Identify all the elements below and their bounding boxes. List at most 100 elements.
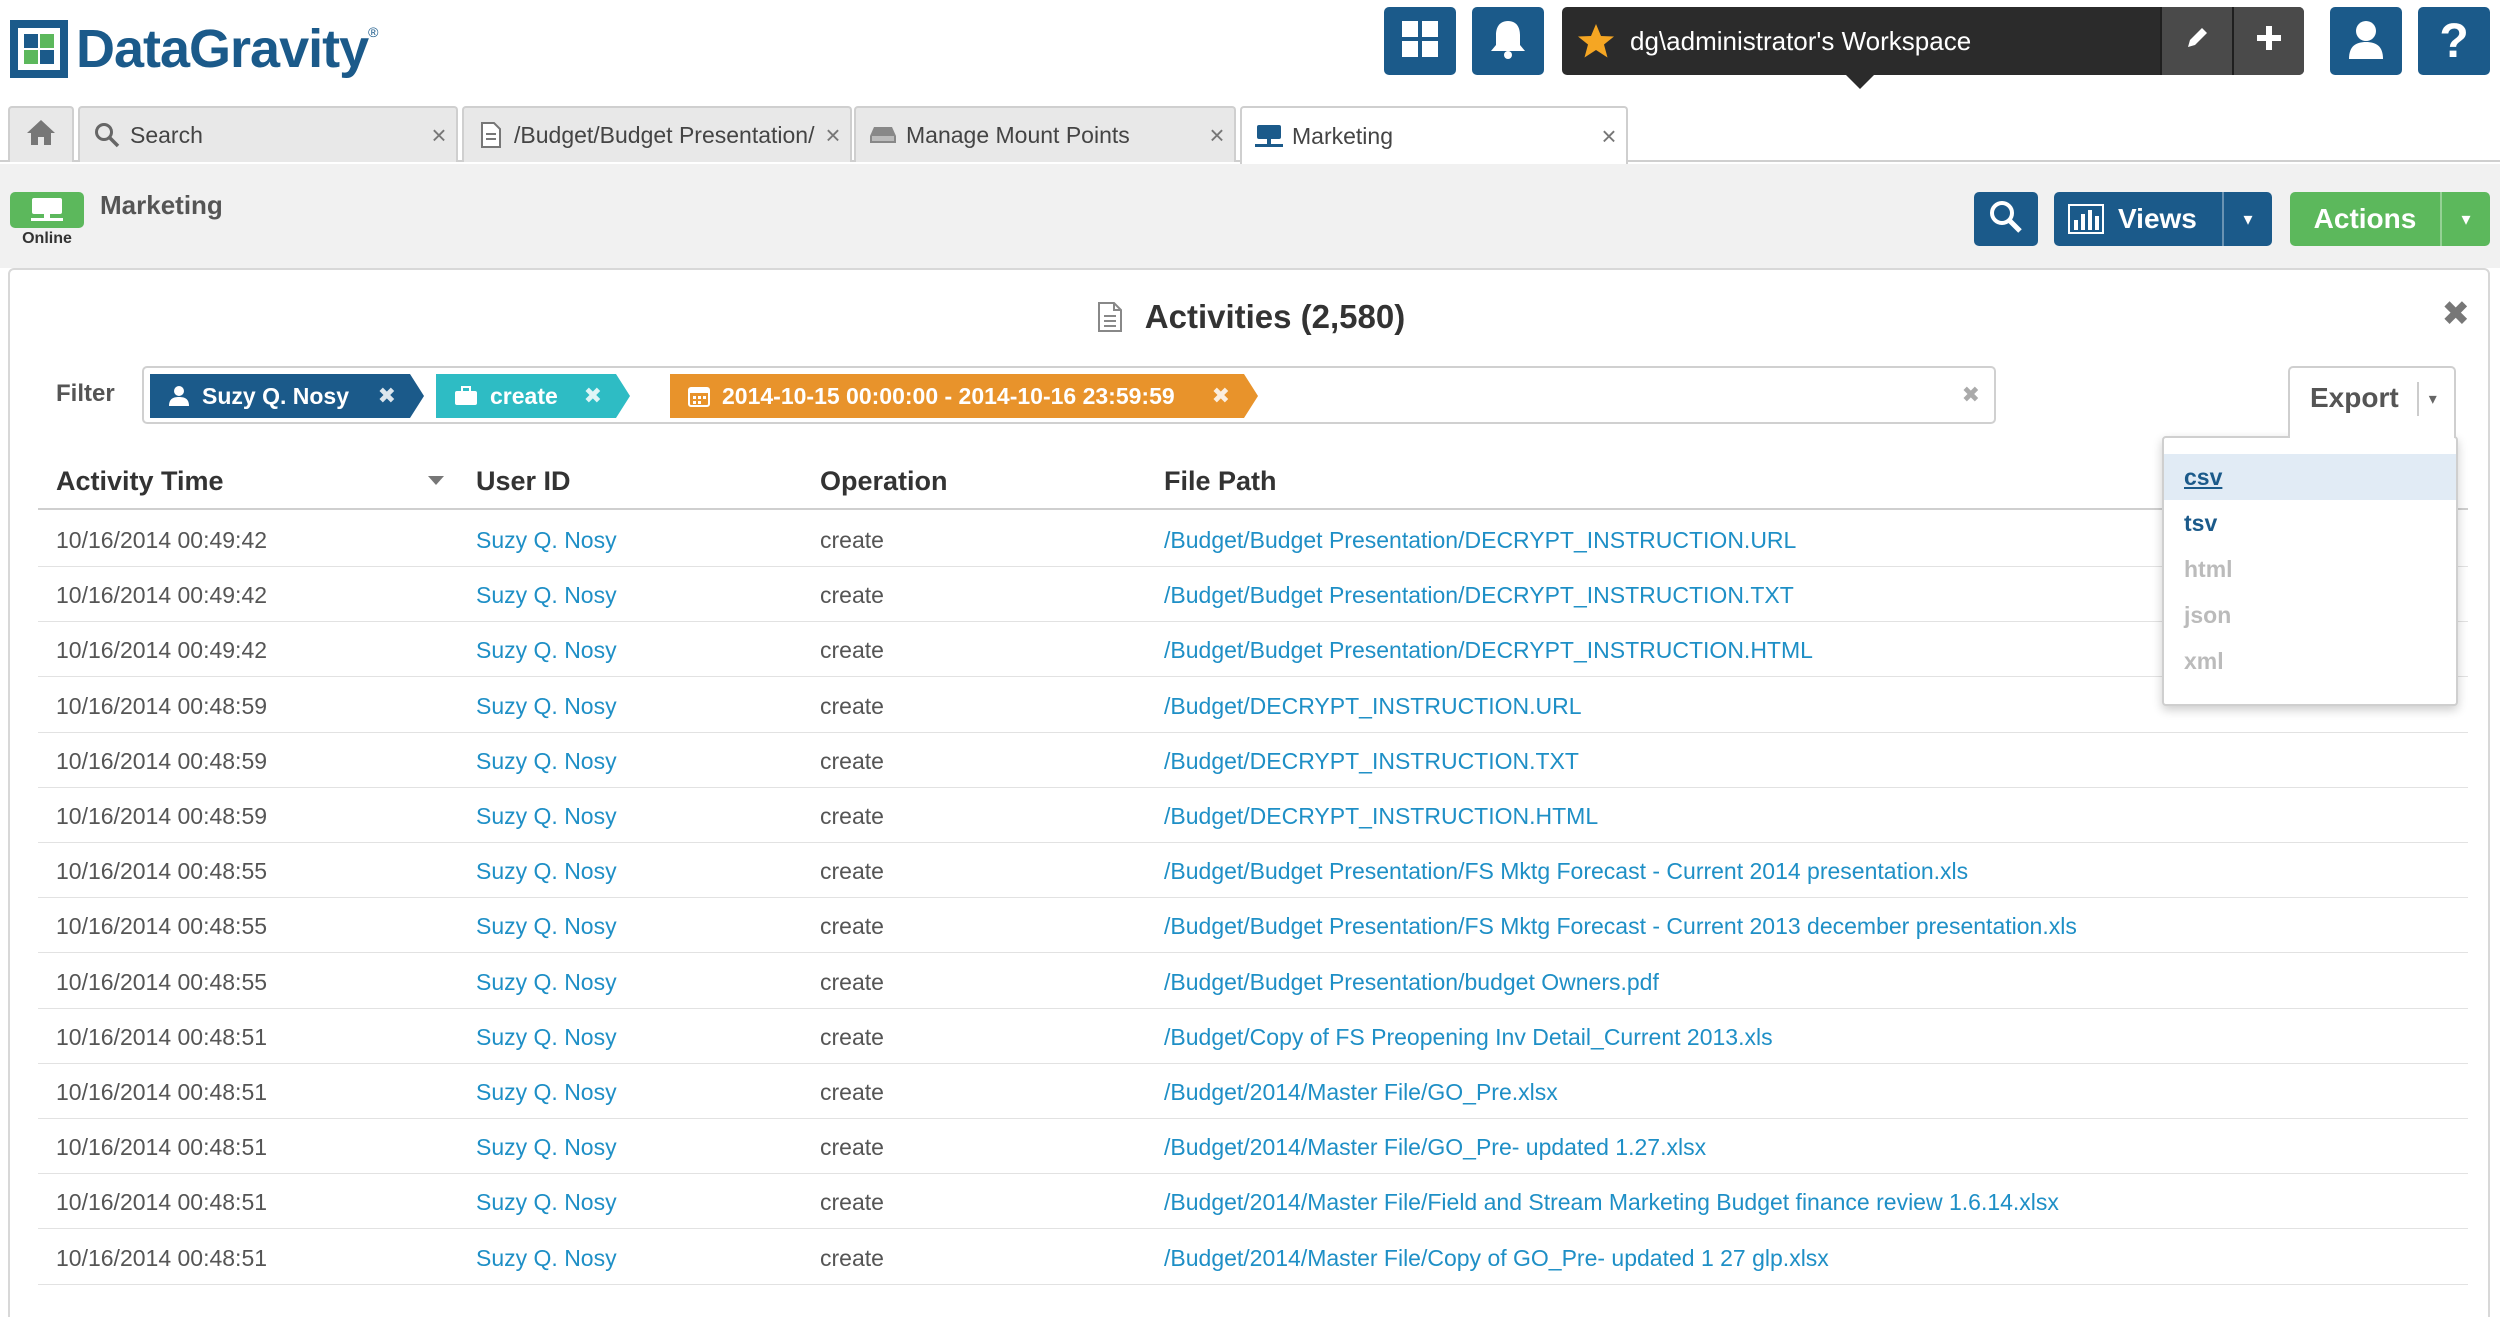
table-row[interactable]: 10/16/2014 00:48:59 Suzy Q. Nosy create/Bu… [38, 788, 2468, 843]
actions-caret[interactable]: ▾ [2440, 192, 2490, 246]
datagravity-logo[interactable]: DataGravity ® [8, 18, 378, 80]
remove-filter-button[interactable]: ✖ [1212, 383, 1230, 409]
views-button[interactable]: Views ▾ [2054, 192, 2272, 246]
table-row[interactable]: 10/16/2014 00:49:42 Suzy Q. Nosy create/Bu… [38, 512, 2468, 567]
user-id-link[interactable]: Suzy Q. Nosy [476, 1079, 617, 1106]
tab-marketing[interactable]: Marketing × [1240, 106, 1628, 164]
export-option-csv[interactable]: csv [2164, 454, 2456, 500]
search-button[interactable] [1974, 192, 2038, 246]
user-id-link[interactable]: Suzy Q. Nosy [476, 527, 617, 554]
table-row[interactable]: 10/16/2014 00:48:55 Suzy Q. Nosy create/Bu… [38, 954, 2468, 1009]
file-path-link[interactable]: /Budget/Budget Presentation/DECRYPT_INST… [1164, 527, 1796, 554]
star-icon [1572, 23, 1620, 59]
filter-chip-date-range[interactable]: 2014-10-15 00:00:00 - 2014-10-16 23:59:5… [670, 374, 1258, 418]
edit-workspace-button[interactable] [2160, 7, 2232, 75]
file-path-link[interactable]: /Budget/Budget Presentation/FS Mktg Fore… [1164, 858, 1968, 885]
file-path-link[interactable]: /Budget/DECRYPT_INSTRUCTION.TXT [1164, 748, 1579, 775]
export-button[interactable]: Export ▾ [2288, 366, 2456, 438]
file-path-link[interactable]: /Budget/2014/Master File/Field and Strea… [1164, 1189, 2059, 1216]
table-row[interactable]: 10/16/2014 00:48:55 Suzy Q. Nosy create/Bu… [38, 898, 2468, 954]
file-path-link[interactable]: /Budget/Copy of FS Preopening Inv Detail… [1164, 1024, 1773, 1051]
add-workspace-button[interactable] [2232, 7, 2304, 75]
close-panel-button[interactable]: ✖ [2442, 294, 2471, 334]
pencil-icon [2184, 25, 2210, 58]
table-row[interactable]: 10/16/2014 00:48:55 Suzy Q. Nosy create/Bu… [38, 843, 2468, 899]
tab-budget-presentation[interactable]: /Budget/Budget Presentation/I × [462, 106, 852, 162]
views-caret[interactable]: ▾ [2222, 192, 2272, 246]
column-header-file-path[interactable]: File Path [1164, 466, 1277, 497]
file-path-link[interactable]: /Budget/DECRYPT_INSTRUCTION.URL [1164, 693, 1582, 720]
filter-bar[interactable]: Suzy Q. Nosy ✖ create ✖ 2014-10-15 00:00… [142, 366, 1996, 424]
file-path-link[interactable]: /Budget/Budget Presentation/budget Owner… [1164, 969, 1659, 996]
activity-time-cell: 10/16/2014 00:48:59 [56, 803, 268, 829]
operation-cell: create [820, 968, 884, 995]
sort-descending-icon[interactable] [428, 476, 444, 485]
workspace-pointer [1846, 75, 1874, 89]
file-path-link[interactable]: /Budget/2014/Master File/GO_Pre.xlsx [1164, 1079, 1558, 1106]
operation-cell: create [820, 858, 884, 885]
table-header: Activity Time User ID Operation File Pat… [38, 450, 2468, 510]
column-header-user-id[interactable]: User ID [476, 466, 571, 497]
remove-filter-button[interactable]: ✖ [378, 383, 396, 409]
user-id-link[interactable]: Suzy Q. Nosy [476, 1189, 617, 1216]
table-row[interactable]: 10/16/2014 00:48:59 Suzy Q. Nosy create/Bu… [38, 678, 2468, 733]
workspace-selector[interactable]: dg\administrator's Workspace [1562, 7, 2304, 75]
table-row[interactable]: 10/16/2014 00:48:51 Suzy Q. Nosy create/Bu… [38, 1230, 2468, 1285]
panel-title: Activities (2,580) [10, 298, 2492, 336]
column-header-activity-time[interactable]: Activity Time [56, 466, 224, 497]
user-id-link[interactable]: Suzy Q. Nosy [476, 969, 617, 996]
activity-time-cell: 10/16/2014 00:49:42 [56, 527, 268, 553]
help-button[interactable]: ? [2418, 7, 2490, 75]
user-id-link[interactable]: Suzy Q. Nosy [476, 913, 617, 940]
table-row[interactable]: 10/16/2014 00:48:51 Suzy Q. Nosy create/Bu… [38, 1119, 2468, 1175]
tab-close-button[interactable]: × [1200, 120, 1234, 151]
user-id-link[interactable]: Suzy Q. Nosy [476, 582, 617, 609]
user-id-link[interactable]: Suzy Q. Nosy [476, 1245, 617, 1272]
user-id-link[interactable]: Suzy Q. Nosy [476, 693, 617, 720]
file-path-link[interactable]: /Budget/Budget Presentation/DECRYPT_INST… [1164, 637, 1813, 664]
operation-cell: create [820, 527, 884, 553]
file-path-link[interactable]: /Budget/Budget Presentation/DECRYPT_INST… [1164, 582, 1794, 609]
file-path-link[interactable]: /Budget/2014/Master File/Copy of GO_Pre-… [1164, 1245, 1829, 1272]
user-id-link[interactable]: Suzy Q. Nosy [476, 637, 617, 664]
table-row[interactable]: 10/16/2014 00:49:42 Suzy Q. Nosy create/Bu… [38, 567, 2468, 623]
table-row[interactable]: 10/16/2014 00:48:51 Suzy Q. Nosy create/Bu… [38, 1064, 2468, 1119]
bar-chart-icon [2054, 204, 2118, 234]
user-profile-button[interactable] [2330, 7, 2402, 75]
clear-filters-button[interactable]: ✖ [1962, 382, 1980, 408]
column-header-operation[interactable]: Operation [820, 466, 948, 497]
activity-time-cell: 10/16/2014 00:49:42 [56, 637, 268, 664]
filter-chip-operation[interactable]: create ✖ [436, 374, 630, 418]
tab-home[interactable] [8, 106, 74, 162]
file-path-link[interactable]: /Budget/DECRYPT_INSTRUCTION.HTML [1164, 803, 1598, 830]
notifications-button[interactable] [1472, 7, 1544, 75]
filter-chip-user[interactable]: Suzy Q. Nosy ✖ [150, 374, 424, 418]
file-path-link[interactable]: /Budget/2014/Master File/GO_Pre- updated… [1164, 1134, 1706, 1161]
tab-search[interactable]: Search × [78, 106, 458, 162]
tab-close-button[interactable]: × [422, 120, 456, 151]
user-id-link[interactable]: Suzy Q. Nosy [476, 1024, 617, 1051]
export-label: Export [2310, 382, 2399, 413]
table-row[interactable]: 10/16/2014 00:48:51 Suzy Q. Nosy create/Bu… [38, 1009, 2468, 1064]
dashboard-button[interactable] [1384, 7, 1456, 75]
activity-time-cell: 10/16/2014 00:48:55 [56, 858, 268, 885]
export-caret[interactable]: ▾ [2416, 382, 2437, 416]
user-id-link[interactable]: Suzy Q. Nosy [476, 748, 617, 775]
tab-close-button[interactable]: × [816, 120, 850, 151]
tab-close-button[interactable]: × [1592, 121, 1626, 152]
share-name: Marketing [100, 190, 223, 220]
operation-cell: create [820, 637, 884, 664]
share-icon [1254, 123, 1284, 149]
user-id-link[interactable]: Suzy Q. Nosy [476, 1134, 617, 1161]
table-row[interactable]: 10/16/2014 00:48:51 Suzy Q. Nosy create/Bu… [38, 1174, 2468, 1230]
user-id-link[interactable]: Suzy Q. Nosy [476, 803, 617, 830]
file-path-link[interactable]: /Budget/Budget Presentation/FS Mktg Fore… [1164, 913, 2077, 940]
tab-manage-mount-points[interactable]: Manage Mount Points × [854, 106, 1236, 162]
table-row[interactable]: 10/16/2014 00:49:42 Suzy Q. Nosy create/Bu… [38, 622, 2468, 678]
home-icon [26, 118, 56, 152]
actions-button[interactable]: Actions ▾ [2290, 192, 2490, 246]
export-option-tsv[interactable]: tsv [2164, 500, 2456, 546]
user-id-link[interactable]: Suzy Q. Nosy [476, 858, 617, 885]
table-row[interactable]: 10/16/2014 00:48:59 Suzy Q. Nosy create/Bu… [38, 733, 2468, 788]
remove-filter-button[interactable]: ✖ [584, 383, 602, 409]
